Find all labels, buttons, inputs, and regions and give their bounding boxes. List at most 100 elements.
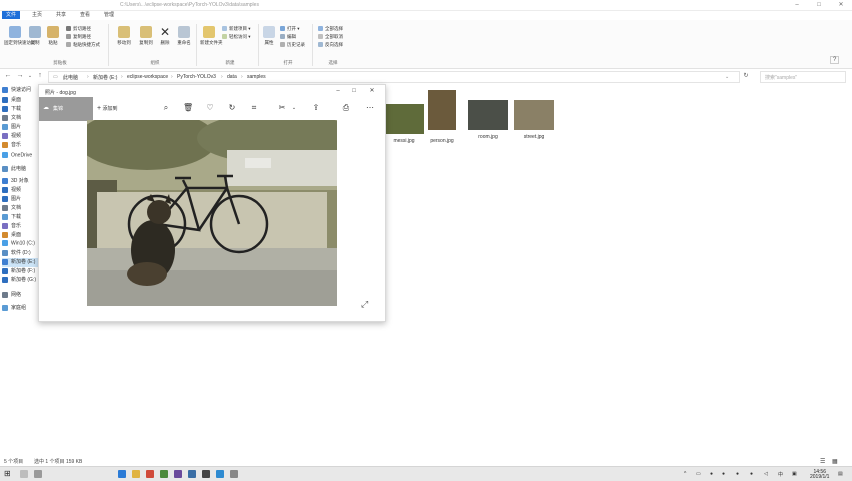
- edit-button[interactable]: 编辑: [280, 34, 296, 40]
- print-icon[interactable]: ⎙: [341, 103, 351, 113]
- nav-item[interactable]: 文档: [2, 114, 40, 123]
- app-icon[interactable]: [230, 470, 238, 478]
- tray-app-icon[interactable]: ●: [710, 471, 713, 477]
- app-icon[interactable]: [174, 470, 182, 478]
- nav-item[interactable]: 图片: [2, 195, 40, 204]
- minimize-button[interactable]: –: [786, 1, 808, 9]
- close-button[interactable]: ✕: [830, 1, 852, 9]
- start-windows-icon[interactable]: ⊞: [4, 469, 11, 478]
- tray-app-icon[interactable]: ●: [736, 471, 739, 477]
- volume-icon[interactable]: ◁: [764, 471, 768, 477]
- invert-selection-button[interactable]: 反向选择: [318, 42, 343, 48]
- move-to-button[interactable]: 移动到: [114, 26, 134, 46]
- crumb-workspace[interactable]: eclipse-workspace: [127, 74, 168, 80]
- refresh-icon[interactable]: ↻: [742, 72, 750, 80]
- photos-maximize-button[interactable]: □: [347, 87, 361, 96]
- network-icon[interactable]: ▭: [696, 471, 701, 477]
- forward-arrow-icon[interactable]: →: [16, 72, 24, 80]
- tray-chevron-icon[interactable]: ^: [684, 471, 686, 477]
- select-none-button[interactable]: 全部取消: [318, 34, 343, 40]
- up-arrow-icon[interactable]: ↑: [36, 72, 44, 80]
- delete-button[interactable]: ✕ 删除: [158, 26, 172, 46]
- tab-view[interactable]: 查看: [76, 11, 94, 19]
- photos-minimize-button[interactable]: –: [331, 87, 345, 96]
- paste-shortcut-button[interactable]: 粘贴快捷方式: [66, 42, 100, 48]
- more-icon[interactable]: ⋯: [365, 103, 375, 113]
- nav-item[interactable]: 图片: [2, 123, 40, 132]
- file-person[interactable]: person.jpg: [428, 90, 456, 144]
- tab-share[interactable]: 共享: [52, 11, 70, 19]
- crumb-samples[interactable]: samples: [247, 74, 266, 80]
- clock[interactable]: 14:56 2019/1/1: [810, 470, 829, 480]
- details-view-icon[interactable]: ☰: [820, 458, 825, 465]
- favorite-icon[interactable]: ♡: [205, 103, 215, 113]
- maximize-button[interactable]: □: [808, 1, 830, 9]
- search-icon[interactable]: [20, 470, 28, 478]
- edge-icon[interactable]: [118, 470, 126, 478]
- crumb-project[interactable]: PyTorch-YOLOv3: [177, 74, 216, 80]
- app-icon[interactable]: [188, 470, 196, 478]
- input-method-icon[interactable]: 中: [778, 471, 783, 478]
- nav-item[interactable]: 音乐: [2, 222, 40, 231]
- add-to-button[interactable]: + 添加到: [97, 105, 118, 112]
- nav-item[interactable]: 视频: [2, 132, 40, 141]
- nav-item[interactable]: 下载: [2, 105, 40, 114]
- nav-item[interactable]: 桌面: [2, 96, 40, 105]
- nav-item[interactable]: 3D 对象: [2, 177, 40, 186]
- nav-item[interactable]: 视频: [2, 186, 40, 195]
- open-button[interactable]: 打开 ▾: [280, 26, 300, 32]
- new-item-button[interactable]: 新建项目 ▾: [222, 26, 251, 32]
- nav-item[interactable]: 快速访问: [2, 86, 40, 95]
- nav-item[interactable]: 文档: [2, 204, 40, 213]
- paste-button[interactable]: 粘贴: [46, 26, 60, 46]
- search-input[interactable]: 搜索"samples": [760, 71, 846, 83]
- new-folder-button[interactable]: 新建文件夹: [200, 26, 223, 46]
- nav-item[interactable]: 新加卷 (F:): [2, 267, 40, 276]
- nav-item[interactable]: 软件 (D:): [2, 249, 40, 258]
- crumb-data[interactable]: data: [227, 74, 237, 80]
- app-icon[interactable]: [160, 470, 168, 478]
- task-view-icon[interactable]: [34, 470, 42, 478]
- notifications-icon[interactable]: ▤: [838, 471, 843, 477]
- nav-item[interactable]: 此电脑: [2, 165, 40, 174]
- edit-icon[interactable]: ✂: [277, 103, 287, 113]
- nav-item[interactable]: OneDrive: [2, 152, 40, 161]
- collection-button[interactable]: ☁ 集锦: [39, 97, 93, 121]
- copy-to-button[interactable]: 复制到: [136, 26, 156, 46]
- nav-item[interactable]: 桌面: [2, 231, 40, 240]
- tab-manage[interactable]: 管理: [100, 11, 118, 19]
- tab-home[interactable]: 主页: [28, 11, 46, 19]
- nav-item[interactable]: 新加卷 (G:): [2, 276, 40, 285]
- expand-icon[interactable]: ⤢: [361, 299, 368, 310]
- back-arrow-icon[interactable]: ←: [4, 72, 12, 80]
- keyboard-icon[interactable]: ▣: [792, 471, 797, 477]
- nav-item[interactable]: 音乐: [2, 141, 40, 150]
- help-icon[interactable]: ?: [830, 56, 840, 64]
- history-button[interactable]: 历史记录: [280, 42, 305, 48]
- thumbnail-view-icon[interactable]: ▦: [832, 458, 838, 465]
- nav-item[interactable]: Win10 (C:): [2, 240, 40, 249]
- app-icon[interactable]: [146, 470, 154, 478]
- breadcrumb[interactable]: ▭ 此电脑 › 新加卷 (E:) › eclipse-workspace › P…: [48, 71, 740, 83]
- delete-icon[interactable]: 🗑: [183, 103, 193, 113]
- properties-button[interactable]: 属性: [262, 26, 276, 46]
- tray-app-icon[interactable]: ●: [750, 471, 753, 477]
- crumb-drive[interactable]: 新加卷 (E:): [93, 74, 117, 81]
- nav-item[interactable]: 下载: [2, 213, 40, 222]
- zoom-icon[interactable]: ⌕: [161, 103, 171, 113]
- share-icon[interactable]: ⇪: [311, 103, 321, 113]
- file-explorer-icon[interactable]: [132, 470, 140, 478]
- pin-button[interactable]: 固定到快速访问: [4, 26, 36, 46]
- photos-close-button[interactable]: ✕: [365, 87, 379, 96]
- crop-icon[interactable]: ⌗: [249, 103, 259, 113]
- app-icon[interactable]: [202, 470, 210, 478]
- tab-file[interactable]: 文件: [2, 11, 21, 19]
- rotate-icon[interactable]: ↻: [227, 103, 237, 113]
- easy-access-button[interactable]: 轻松访问 ▾: [222, 34, 251, 40]
- edit-dropdown-icon[interactable]: ⌄: [289, 103, 299, 113]
- cut-button[interactable]: 剪切路径: [66, 26, 91, 32]
- copy-button[interactable]: 复制: [28, 26, 42, 46]
- crumb-this-pc[interactable]: 此电脑: [63, 74, 78, 81]
- nav-item[interactable]: 网络: [2, 291, 40, 300]
- rename-button[interactable]: 重命名: [176, 26, 192, 46]
